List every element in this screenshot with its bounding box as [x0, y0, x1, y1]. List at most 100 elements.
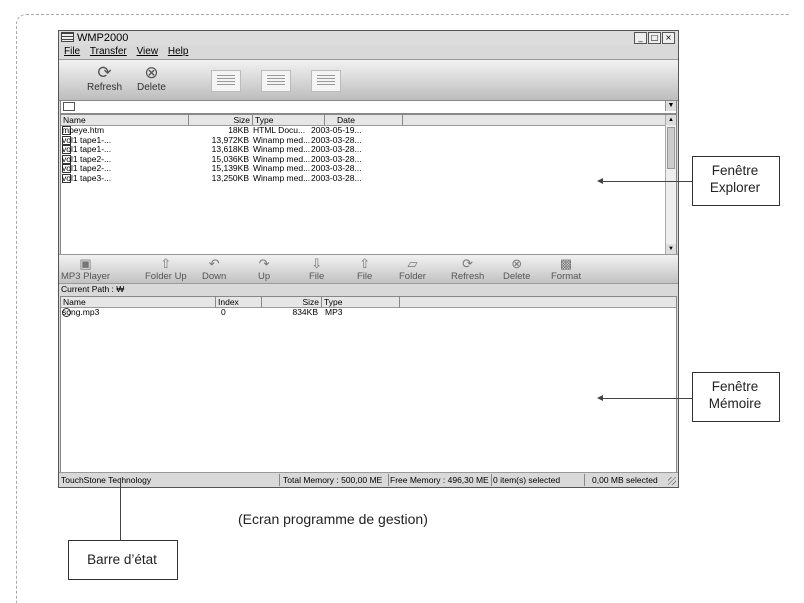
- file-date-cell: 2003-03-28...: [311, 172, 362, 183]
- folder-up-label: Folder Up: [145, 271, 187, 282]
- format-label: Format: [551, 271, 582, 282]
- menu-bar: File Transfer View Help: [59, 45, 678, 58]
- col-index[interactable]: Index: [216, 297, 262, 307]
- scroll-up-icon[interactable]: ▲: [666, 115, 676, 125]
- explorer-arrow-icon: [597, 178, 603, 184]
- col-name[interactable]: Name: [61, 115, 189, 125]
- col-size[interactable]: Size: [189, 115, 253, 125]
- file-index-cell: 0: [221, 307, 226, 317]
- menu-view[interactable]: View: [137, 46, 159, 57]
- explorer-scrollbar[interactable]: ▲ ▼: [665, 115, 676, 254]
- memory-callout-line2: Mémoire: [708, 396, 762, 411]
- memory-arrow-line: [602, 398, 692, 399]
- table-row[interactable]: vol1 tape1-... 13,972KB Winamp med... 2003-…: [61, 135, 676, 146]
- file-download-button[interactable]: ⇩ File: [309, 256, 324, 282]
- table-row[interactable]: song.mp3 0 834KB MP3: [61, 307, 676, 318]
- resize-grip-icon[interactable]: [668, 477, 676, 485]
- file-type-cell: Winamp med...: [253, 172, 311, 183]
- file-type-cell: MP3: [325, 307, 343, 317]
- col-date[interactable]: Date: [325, 115, 403, 125]
- up-label: Up: [258, 271, 271, 282]
- maximize-button[interactable]: □: [648, 32, 661, 44]
- refresh-button[interactable]: ⟳ Refresh: [87, 63, 122, 93]
- col-name[interactable]: Name: [61, 297, 216, 307]
- status-divider: [491, 474, 492, 486]
- memory-arrow-icon: [597, 395, 603, 401]
- delete-label: Delete: [137, 82, 166, 93]
- col-size[interactable]: Size: [262, 297, 322, 307]
- status-callout-label: Barre d’état: [87, 552, 157, 567]
- folder-up-icon: ⇧: [160, 256, 172, 271]
- scroll-thumb[interactable]: [667, 127, 675, 169]
- format-button[interactable]: ▩ Format: [551, 256, 581, 282]
- file-upload-label: File: [357, 271, 373, 282]
- mp3-player-icon: ▣: [79, 256, 92, 271]
- format-icon: ▩: [559, 256, 573, 271]
- status-divider: [584, 474, 585, 486]
- memory-callout-label: Fenêtre Mémoire: [692, 378, 778, 412]
- down-label: Down: [202, 271, 227, 282]
- col-type[interactable]: Type: [322, 297, 400, 307]
- file-upload-button[interactable]: ⇧ File: [357, 256, 372, 282]
- mp3-player-button[interactable]: ▣ MP3 Player: [61, 256, 110, 282]
- menu-help[interactable]: Help: [168, 46, 189, 57]
- folder-up-button[interactable]: ⇧ Folder Up: [145, 256, 187, 282]
- arrow-down-icon: ⇩: [311, 256, 323, 271]
- table-row[interactable]: vol1 tape1-... 13,618KB Winamp med... 2003-…: [61, 144, 676, 155]
- file-download-label: File: [309, 271, 325, 282]
- status-pointer-line: [120, 478, 121, 540]
- view-details-button[interactable]: [311, 70, 341, 92]
- status-bar: TouchStone Technology Total Memory : 500…: [59, 472, 678, 487]
- explorer-callout-line1: Fenêtre: [711, 163, 759, 178]
- new-folder-label: Folder: [399, 271, 426, 282]
- up-icon: ↷: [258, 256, 270, 271]
- explorer-arrow-line: [602, 181, 692, 182]
- delete-icon: ⊗: [144, 63, 159, 82]
- device-delete-button[interactable]: ⊗ Delete: [503, 256, 530, 282]
- folder-icon: [63, 102, 75, 111]
- app-icon: [61, 32, 74, 42]
- app-window: WMP2000 _ □ × File Transfer View Help ⟳ …: [58, 30, 679, 488]
- file-size-cell: 834KB: [292, 307, 318, 317]
- chevron-down-icon[interactable]: ▼: [665, 101, 676, 111]
- file-size-cell: 13,250KB: [211, 172, 249, 183]
- explorer-callout-label: Fenêtre Explorer: [692, 162, 778, 196]
- table-row[interactable]: mpeye.htm 18KB HTML Docu... 2003-05-19...: [61, 125, 676, 136]
- arrow-up-icon: ⇧: [359, 256, 371, 271]
- close-button[interactable]: ×: [662, 32, 675, 44]
- view-list-button[interactable]: [261, 70, 291, 92]
- delete-button[interactable]: ⊗ Delete: [137, 63, 166, 93]
- top-toolbar: ⟳ Refresh ⊗ Delete: [59, 59, 678, 101]
- down-button[interactable]: ↶ Down: [202, 256, 226, 282]
- path-dropdown[interactable]: ▼: [60, 100, 677, 114]
- col-type[interactable]: Type: [253, 115, 325, 125]
- device-refresh-button[interactable]: ⟳ Refresh: [451, 256, 484, 282]
- delete-icon: ⊗: [511, 256, 523, 271]
- device-toolbar: ▣ MP3 Player ⇧ Folder Up ↶ Down ↷ Up ⇩ File ⇧…: [59, 254, 678, 284]
- status-mb-selected: 0,00 MB selected: [592, 475, 658, 485]
- refresh-label: Refresh: [87, 82, 123, 93]
- scroll-down-icon[interactable]: ▼: [666, 244, 676, 254]
- current-path: Current Path : ₩: [61, 284, 125, 294]
- new-folder-icon: ▱: [407, 256, 418, 271]
- refresh-icon: ⟳: [97, 63, 112, 82]
- table-row[interactable]: vol1 tape2-... 15,036KB Winamp med... 2003-…: [61, 154, 676, 165]
- menu-file[interactable]: File: [64, 46, 80, 57]
- memory-pane: Name Index Size Type song.mp3 0 834KB MP3: [60, 296, 677, 475]
- explorer-pane: Name Size Type Date mpeye.htm 18KB HTML Do…: [60, 114, 677, 255]
- figure-caption: (Ecran programme de gestion): [238, 511, 428, 527]
- status-divider: [388, 474, 389, 486]
- new-folder-button[interactable]: ▱ Folder: [399, 256, 426, 282]
- table-row[interactable]: vol1 tape3-... 13,250KB Winamp med... 2003-…: [61, 172, 676, 184]
- up-button[interactable]: ↷ Up: [258, 256, 270, 282]
- table-row[interactable]: vol1 tape2-... 15,139KB Winamp med... 2003-…: [61, 163, 676, 174]
- device-refresh-label: Refresh: [451, 271, 485, 282]
- explorer-rows: mpeye.htm 18KB HTML Docu... 2003-05-19... vo…: [61, 125, 676, 184]
- minimize-button[interactable]: _: [634, 32, 647, 44]
- view-large-icons-button[interactable]: [211, 70, 241, 92]
- menu-transfer[interactable]: Transfer: [90, 46, 127, 57]
- explorer-callout-line2: Explorer: [709, 180, 761, 195]
- refresh-icon: ⟳: [462, 256, 474, 271]
- memory-rows: song.mp3 0 834KB MP3: [61, 307, 676, 318]
- device-delete-label: Delete: [503, 271, 531, 282]
